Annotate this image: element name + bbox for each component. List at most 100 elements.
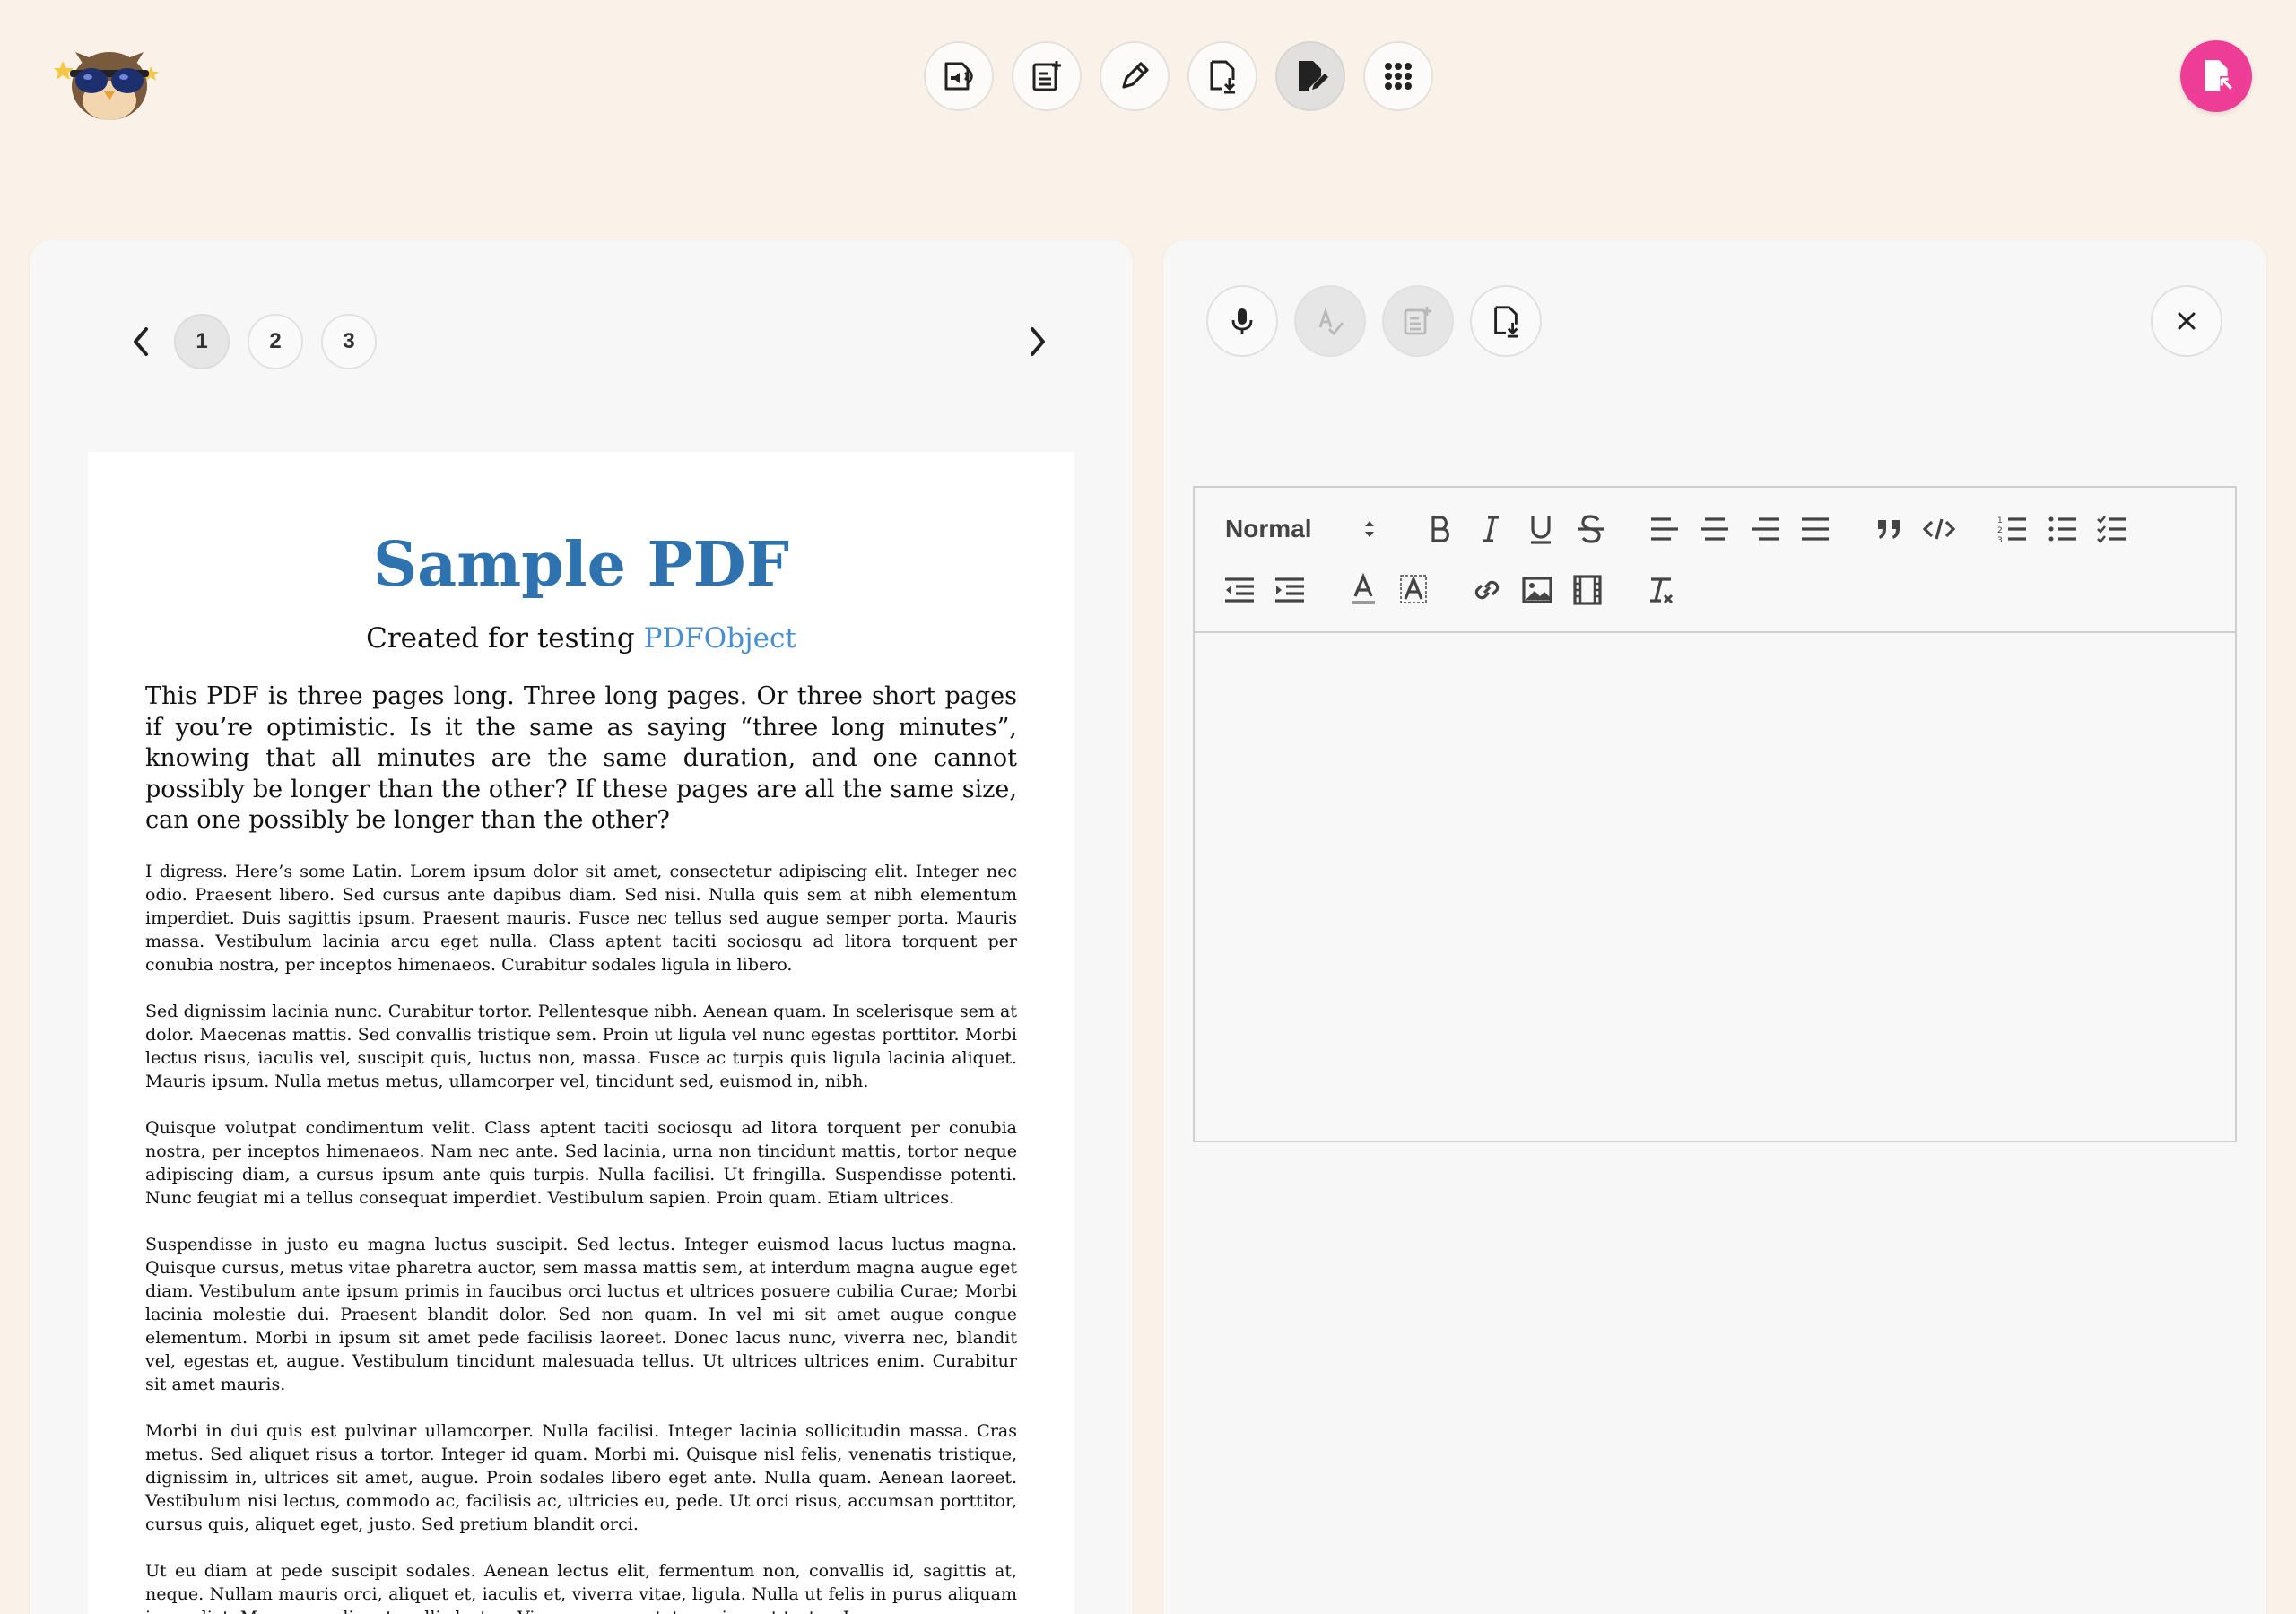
pdf-page: Sample PDF Created for testing PDFObject…	[88, 452, 1074, 1614]
text-color-button[interactable]	[1342, 568, 1385, 612]
clear-formatting-button[interactable]	[1639, 568, 1683, 612]
checklist-button[interactable]	[2092, 508, 2135, 551]
chevron-left-icon	[134, 327, 148, 356]
pdf-paragraph: Quisque volutpat condimentum velit. Clas…	[145, 1117, 1017, 1208]
text-color-icon	[1352, 572, 1375, 604]
align-center-button[interactable]	[1693, 508, 1736, 551]
apps-menu-button[interactable]	[1363, 41, 1433, 111]
select-arrows-icon	[1365, 521, 1374, 537]
align-right-button[interactable]	[1744, 508, 1787, 551]
dictate-button[interactable]	[1206, 285, 1278, 357]
video-icon	[1573, 575, 1602, 605]
read-aloud-button[interactable]	[924, 41, 994, 111]
file-download-icon	[1494, 306, 1518, 338]
download-notes-button[interactable]	[1470, 285, 1542, 357]
pdf-paragraph: Suspendisse in justo eu magna luctus sus…	[145, 1234, 1017, 1394]
pdf-subtitle: Created for testing PDFObject	[145, 622, 1017, 655]
link-icon	[1474, 580, 1500, 600]
outdent-icon	[1225, 577, 1254, 603]
insert-video-button[interactable]	[1566, 568, 1609, 612]
close-editor-button[interactable]	[2151, 285, 2222, 357]
blockquote-button[interactable]	[1867, 508, 1910, 551]
editor-actions	[1206, 285, 1542, 357]
bold-icon	[1431, 516, 1449, 542]
pencil-icon	[1122, 62, 1149, 89]
ordered-list-button[interactable]: 123	[1991, 508, 2034, 551]
outdent-button[interactable]	[1218, 568, 1261, 612]
underline-button[interactable]	[1519, 508, 1562, 551]
insert-link-button[interactable]	[1465, 568, 1509, 612]
checklist-icon	[2097, 516, 2126, 543]
add-note-button[interactable]	[1382, 285, 1454, 357]
note-text-area[interactable]	[1195, 633, 2235, 1141]
italic-icon	[1483, 516, 1499, 542]
svg-text:1: 1	[1997, 516, 2003, 525]
page-navigation: 1 2 3	[30, 240, 1133, 369]
page-1-button[interactable]: 1	[174, 314, 230, 369]
next-page-button[interactable]	[1020, 321, 1056, 362]
bold-button[interactable]	[1419, 508, 1462, 551]
new-note-button[interactable]	[1012, 41, 1082, 111]
file-edit-icon	[1299, 61, 1328, 91]
svg-text:2: 2	[1997, 526, 2003, 535]
close-icon	[2178, 312, 2196, 330]
spellcheck-button[interactable]	[1294, 285, 1366, 357]
download-file-button[interactable]	[1187, 41, 1257, 111]
spellcheck-icon	[1318, 307, 1344, 336]
owl-logo[interactable]	[54, 34, 161, 124]
italic-button[interactable]	[1469, 508, 1512, 551]
clear-format-icon	[1650, 577, 1674, 604]
align-justify-icon	[1802, 517, 1829, 541]
new-note-icon	[1032, 61, 1061, 91]
svg-text:3: 3	[1997, 536, 2003, 545]
pdf-paragraph: Ut eu diam at pede suscipit sodales. Aen…	[145, 1560, 1017, 1614]
previous-page-button[interactable]	[123, 321, 159, 362]
pdf-lead-paragraph: This PDF is three pages long. Three long…	[145, 682, 1017, 834]
ordered-list-icon: 123	[1997, 516, 2026, 545]
quote-icon	[1878, 520, 1900, 539]
pdf-viewer-panel: 1 2 3 Sample PDF Created for testing PDF…	[30, 240, 1133, 1614]
insert-image-button[interactable]	[1516, 568, 1559, 612]
align-left-button[interactable]	[1643, 508, 1686, 551]
indent-icon	[1275, 577, 1304, 603]
image-icon	[1522, 577, 1552, 603]
pencil-button[interactable]	[1100, 41, 1170, 111]
align-right-icon	[1752, 517, 1779, 541]
pdf-paragraph: Morbi in dui quis est pulvinar ullamcorp…	[145, 1420, 1017, 1534]
formatting-toolbar: Normal 1 2 3	[1195, 488, 2235, 633]
new-note-icon	[1404, 307, 1431, 335]
top-toolbar	[924, 41, 1433, 111]
rich-text-editor: Normal 1 2 3	[1193, 486, 2237, 1142]
apps-grid-icon	[1385, 63, 1412, 90]
chevron-right-icon	[1031, 327, 1045, 356]
pdf-paragraph: I digress. Here’s some Latin. Lorem ipsu…	[145, 861, 1017, 975]
bullet-list-icon	[2048, 516, 2076, 542]
page-2-button[interactable]: 2	[248, 314, 303, 369]
underline-icon	[1531, 516, 1551, 544]
highlight-color-button[interactable]	[1392, 568, 1435, 612]
read-aloud-icon	[944, 62, 973, 91]
owl-logo-icon	[54, 52, 159, 120]
strikethrough-button[interactable]	[1570, 508, 1613, 551]
align-justify-button[interactable]	[1794, 508, 1837, 551]
document-menu-button[interactable]	[2180, 40, 2252, 112]
align-center-icon	[1701, 517, 1728, 541]
code-icon	[1922, 518, 1956, 540]
microphone-icon	[1231, 308, 1253, 334]
code-block-button[interactable]	[1918, 508, 1961, 551]
edit-file-button[interactable]	[1275, 41, 1345, 111]
page-3-button[interactable]: 3	[321, 314, 377, 369]
file-arrow-icon	[2205, 60, 2232, 91]
align-left-icon	[1651, 517, 1678, 541]
file-download-icon	[1210, 60, 1236, 94]
pdf-title: Sample PDF	[373, 529, 789, 601]
background-color-icon	[1400, 575, 1427, 603]
pdf-paragraph: Sed dignissim lacinia nunc. Curabitur to…	[145, 1001, 1017, 1091]
strikethrough-icon	[1578, 515, 1604, 543]
heading-format-value: Normal	[1225, 515, 1312, 542]
pdf-subtitle-text: Created for testing	[366, 622, 644, 655]
pdfobject-link[interactable]: PDFObject	[644, 622, 796, 655]
indent-button[interactable]	[1268, 568, 1311, 612]
bullet-list-button[interactable]	[2041, 508, 2084, 551]
heading-format-select[interactable]: Normal	[1225, 508, 1378, 551]
